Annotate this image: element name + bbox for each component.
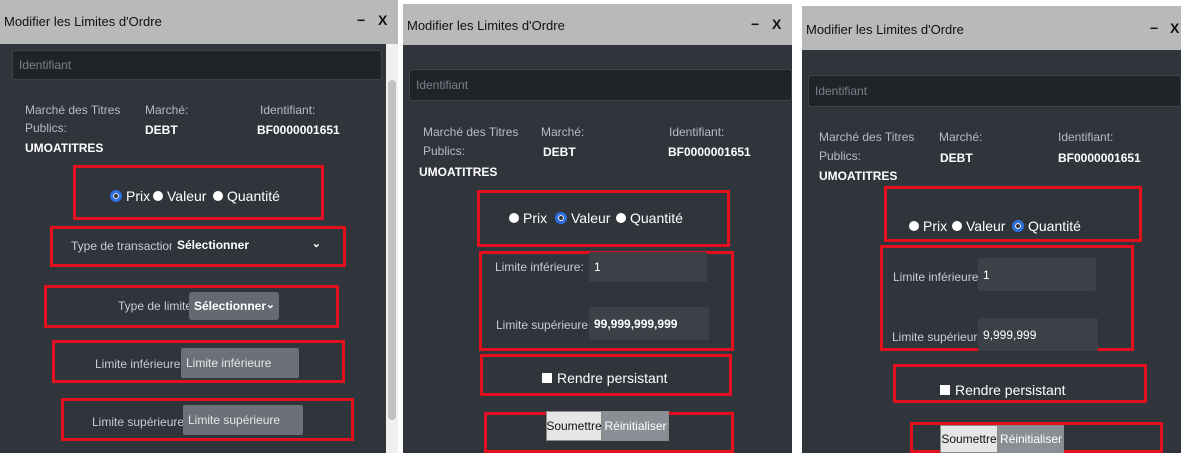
radio-valeur-label: Valeur [167,188,207,204]
minimize-icon[interactable]: − [1150,20,1158,36]
type-limite-select[interactable]: Sélectionner ⌄ [189,292,279,320]
checkbox-icon [542,373,552,383]
publics-label: Publics: [25,121,68,135]
radio-valeur[interactable]: Valeur [952,218,1005,234]
radio-prix[interactable]: Prix [509,210,547,226]
marche-label: Marché: [939,130,983,144]
dialog-panel-quantite: Modifier les Limites d'Ordre − X Identif… [802,6,1181,453]
type-limite-value: Sélectionner [194,299,267,313]
close-icon[interactable]: X [772,16,781,32]
radio-selected-icon [1012,220,1024,232]
radio-prix[interactable]: Prix [110,188,150,204]
umoa-value: UMOATITRES [819,169,898,183]
radio-valeur[interactable]: Valeur [153,188,206,204]
close-icon[interactable]: X [1170,20,1179,36]
close-icon[interactable]: X [378,12,387,28]
reset-button[interactable]: Réinitialiser [602,411,669,441]
identifiant-label: Identifiant: [669,125,725,139]
limite-inf-label: Limite inférieure: [893,270,982,284]
marche-value: DEBT [940,151,973,165]
checkbox-icon [940,385,950,395]
scrollbar[interactable] [386,44,398,453]
scrollbar-thumb[interactable] [388,80,396,420]
submit-button[interactable]: Soumettre [546,411,602,441]
marche-titres-label: Marché des Titres [423,125,519,139]
radio-icon [509,213,519,223]
type-transaction-select[interactable]: Sélectionner ⌄ [172,231,327,259]
marche-label: Marché: [541,125,585,139]
window-title: Modifier les Limites d'Ordre [4,14,162,29]
radio-icon [616,213,626,223]
persist-label: Rendre persistant [557,370,668,386]
radio-quantite[interactable]: Quantité [213,188,280,204]
publics-label: Publics: [819,149,862,163]
limite-inf-label: Limite inférieure: [95,357,184,371]
radio-valeur[interactable]: Valeur [555,210,610,226]
persist-checkbox[interactable]: Rendre persistant [940,382,1066,398]
radio-quantite[interactable]: Quantité [1012,218,1081,234]
radio-icon [213,191,223,201]
publics-label: Publics: [423,144,466,158]
title-bar: Modifier les Limites d'Ordre − X [802,6,1181,50]
minimize-icon[interactable]: − [357,12,365,28]
radio-valeur-label: Valeur [571,210,611,226]
persist-label: Rendre persistant [955,382,1066,398]
persist-checkbox[interactable]: Rendre persistant [542,370,668,386]
radio-quantite-label: Quantité [1028,218,1081,234]
umoa-value: UMOATITRES [25,141,104,155]
identifiant-input[interactable]: Identifiant [808,75,1181,107]
marche-titres-label: Marché des Titres [819,130,915,144]
radio-prix-label: Prix [126,188,151,204]
radio-quantite[interactable]: Quantité [616,210,683,226]
limite-sup-label: Limite supérieure: [892,330,988,344]
marche-value: DEBT [543,145,576,159]
marche-value: DEBT [145,123,178,137]
radio-prix-label: Prix [923,218,948,234]
limite-inf-input[interactable]: 1 [978,258,1096,291]
limite-sup-input[interactable]: Limite supérieure [183,405,303,435]
identifiant-label: Identifiant: [260,103,316,117]
limite-sup-input[interactable]: 99,999,999,999 [589,307,709,340]
chevron-down-icon: ⌄ [311,238,321,250]
radio-selected-icon [110,190,122,202]
limite-sup-label: Limite supérieure: [496,318,592,332]
radio-prix-label: Prix [523,210,548,226]
title-bar: Modifier les Limites d'Ordre − X [0,0,398,44]
radio-valeur-label: Valeur [966,218,1006,234]
radio-prix[interactable]: Prix [909,218,947,234]
marche-label: Marché: [145,103,189,117]
limite-sup-label: Limite supérieure: [92,415,188,429]
type-transaction-value: Sélectionner [177,238,250,252]
type-transaction-label: Type de transaction: [71,239,180,253]
dialog-panel-valeur: Modifier les Limites d'Ordre − X Identif… [403,4,792,453]
window-title: Modifier les Limites d'Ordre [806,22,964,37]
submit-button[interactable]: Soumettre [940,425,998,453]
identifiant-label: Identifiant: [1058,130,1114,144]
radio-quantite-label: Quantité [227,188,280,204]
umoa-value: UMOATITRES [419,165,498,179]
reset-button[interactable]: Réinitialiser [998,425,1064,453]
identifiant-value: BF0000001651 [1058,151,1141,165]
radio-icon [909,221,919,231]
limite-inf-label: Limite inférieure: [495,260,584,274]
marche-titres-label: Marché des Titres [25,103,121,117]
identifiant-input[interactable]: Identifiant [12,50,382,80]
radio-icon [153,191,163,201]
minimize-icon[interactable]: − [751,16,759,32]
identifiant-value: BF0000001651 [668,145,751,159]
radio-icon [952,221,962,231]
dialog-panel-prix: Modifier les Limites d'Ordre − X Identif… [0,0,398,453]
limite-sup-input[interactable]: 9,999,999 [978,318,1098,351]
radio-selected-icon [555,212,567,224]
identifiant-input[interactable]: Identifiant [409,69,792,101]
radio-quantite-label: Quantité [630,210,683,226]
window-title: Modifier les Limites d'Ordre [407,18,565,33]
limite-inf-input[interactable]: 1 [589,252,707,282]
type-limite-label: Type de limite: [118,299,196,313]
limite-inf-input[interactable]: Limite inférieure [181,348,299,378]
chevron-down-icon: ⌄ [265,299,275,311]
title-bar: Modifier les Limites d'Ordre − X [403,4,792,45]
identifiant-value: BF0000001651 [257,123,340,137]
